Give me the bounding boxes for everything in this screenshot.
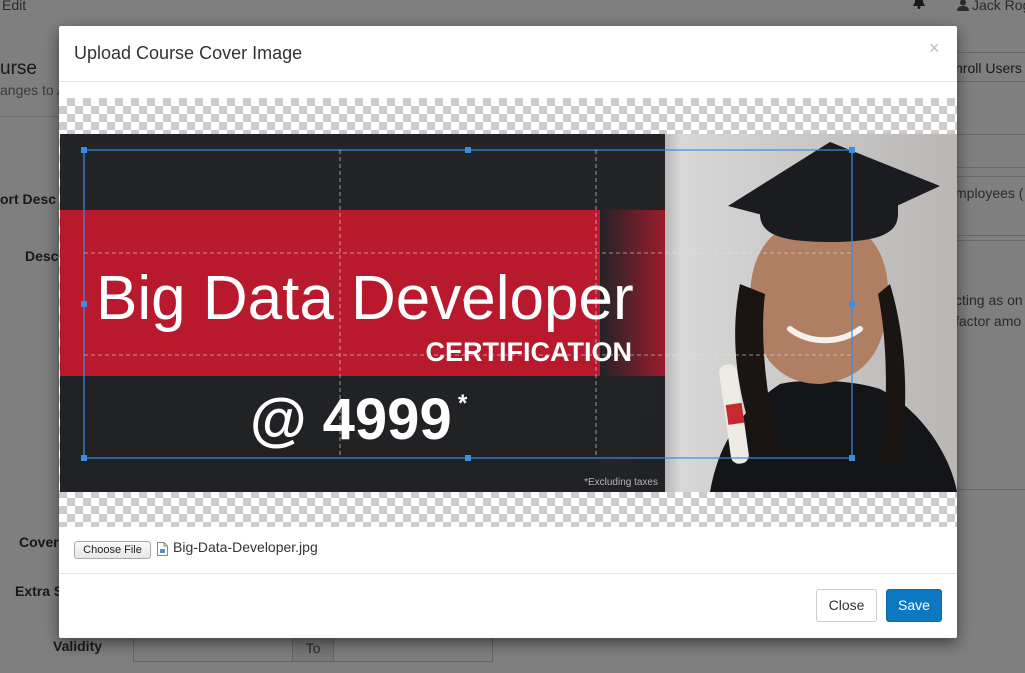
crop-handle-e[interactable] — [849, 301, 855, 307]
crop-handle-se[interactable] — [849, 455, 855, 461]
save-button[interactable]: Save — [886, 589, 942, 622]
crop-handle-n[interactable] — [465, 147, 471, 153]
modal-footer: Close Save — [59, 573, 957, 638]
banner-price-mark: * — [458, 390, 468, 417]
modal-title: Upload Course Cover Image — [74, 43, 303, 63]
choose-file-button[interactable]: Choose File — [74, 541, 151, 559]
upload-cover-modal: Upload Course Cover Image × Big Data Dev… — [59, 26, 957, 638]
close-button[interactable]: Close — [816, 589, 877, 622]
banner-footnote: *Excluding taxes — [584, 477, 658, 488]
crop-handle-w[interactable] — [81, 301, 87, 307]
file-icon — [157, 542, 168, 556]
banner-subheading: CERTIFICATION — [426, 337, 632, 367]
banner-headline: Big Data Developer — [96, 264, 634, 333]
banner-price: @ 4999 — [250, 387, 452, 452]
crop-handle-sw[interactable] — [81, 455, 87, 461]
crop-handle-nw[interactable] — [81, 147, 87, 153]
close-icon[interactable]: × — [929, 38, 940, 59]
modal-header: Upload Course Cover Image × — [59, 26, 957, 82]
cover-image: Big Data Developer CERTIFICATION @ 4999 … — [60, 134, 957, 492]
image-cropper[interactable]: Big Data Developer CERTIFICATION @ 4999 … — [59, 98, 957, 527]
file-name: Big-Data-Developer.jpg — [173, 539, 318, 555]
crop-handle-ne[interactable] — [849, 147, 855, 153]
crop-handle-s[interactable] — [465, 455, 471, 461]
